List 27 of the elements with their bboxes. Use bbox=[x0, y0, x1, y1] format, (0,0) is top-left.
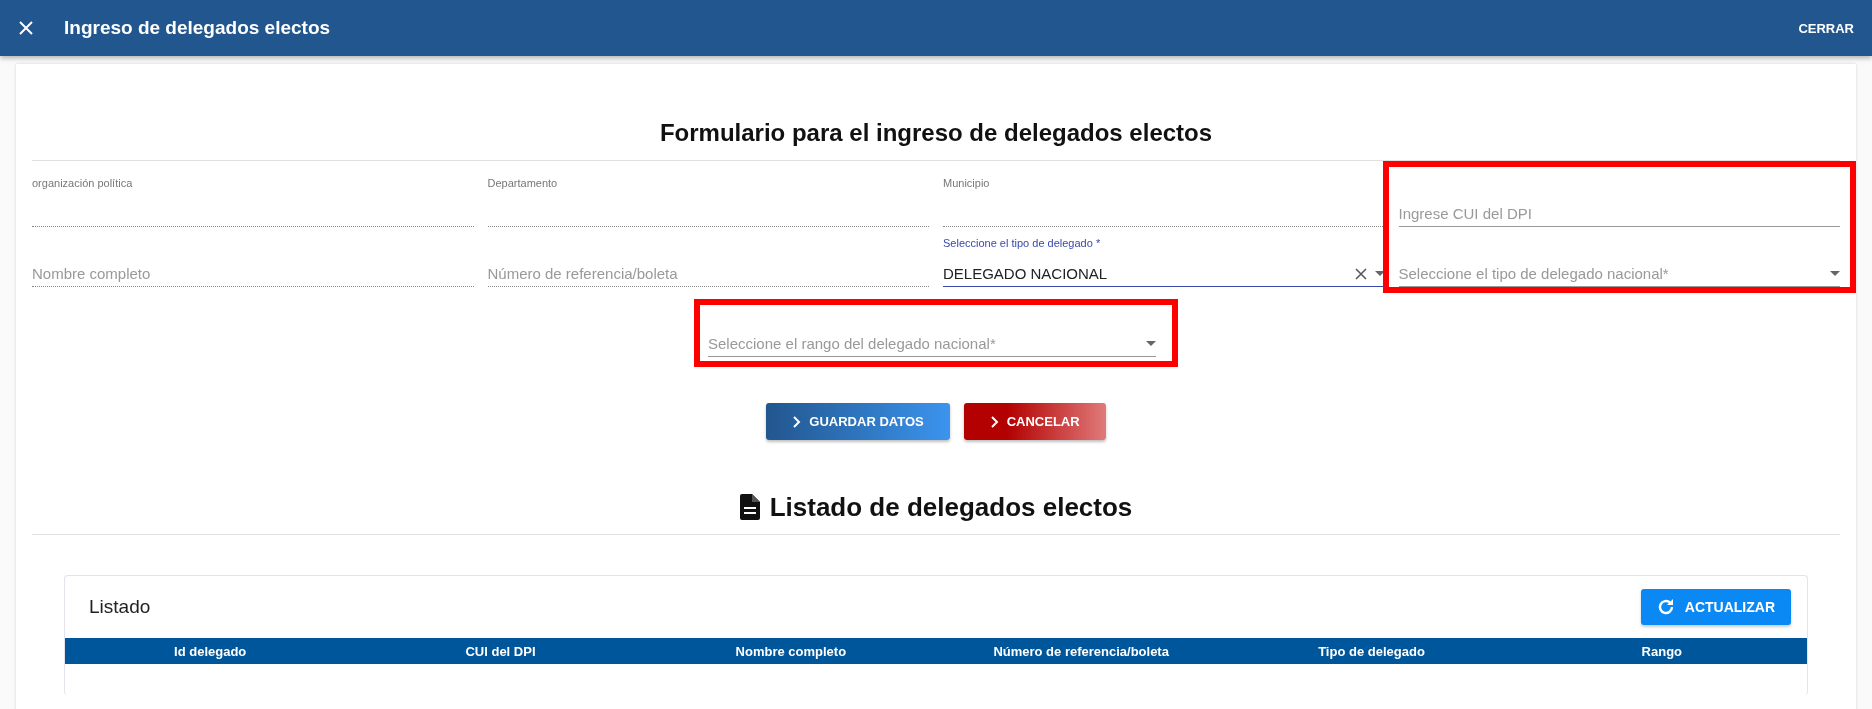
select-field[interactable]: Seleccione el tipo de delegado * DELEGADO NACIONAL bbox=[943, 235, 1385, 287]
document-icon bbox=[739, 494, 760, 520]
column-header[interactable]: CUI del DPI bbox=[355, 643, 646, 659]
listing-title: Listado de delegados electos bbox=[769, 491, 1133, 523]
select-field[interactable]: Seleccione el tipo de delegado nacional* bbox=[1398, 235, 1840, 287]
refresh-icon bbox=[1656, 598, 1675, 616]
window-title: Ingreso de delegados electos bbox=[64, 17, 332, 39]
chevron-right-icon bbox=[792, 415, 802, 428]
column-header[interactable]: Nombre completo bbox=[645, 643, 936, 659]
form-title: Formulario para el ingreso de delegados electos bbox=[658, 118, 1214, 148]
column-header[interactable]: Rango bbox=[1516, 643, 1807, 659]
column-header[interactable]: Número de referencia/boleta bbox=[936, 643, 1227, 659]
close-icon[interactable] bbox=[18, 20, 34, 36]
panel-title: Listado bbox=[89, 596, 151, 618]
dropdown-caret-icon[interactable] bbox=[1146, 341, 1156, 346]
dropdown-caret-icon[interactable] bbox=[1830, 271, 1840, 276]
select-field[interactable]: Seleccione el rango del delegado nacional* bbox=[708, 305, 1156, 357]
save-button[interactable]: GUARDAR DATOS bbox=[766, 403, 950, 440]
input-field[interactable]: Ingrese CUI del DPI bbox=[1398, 175, 1840, 227]
column-header[interactable]: Id delegado bbox=[65, 643, 356, 659]
close-button[interactable]: CERRAR bbox=[1798, 16, 1854, 40]
clear-icon[interactable] bbox=[1354, 267, 1367, 280]
chevron-right-icon bbox=[989, 415, 999, 428]
dropdown-caret-icon[interactable] bbox=[1374, 271, 1385, 276]
column-header[interactable]: Tipo de delegado bbox=[1226, 643, 1517, 659]
refresh-button[interactable]: ACTUALIZAR bbox=[1640, 589, 1791, 625]
cancel-button[interactable]: CANCELAR bbox=[963, 403, 1106, 440]
